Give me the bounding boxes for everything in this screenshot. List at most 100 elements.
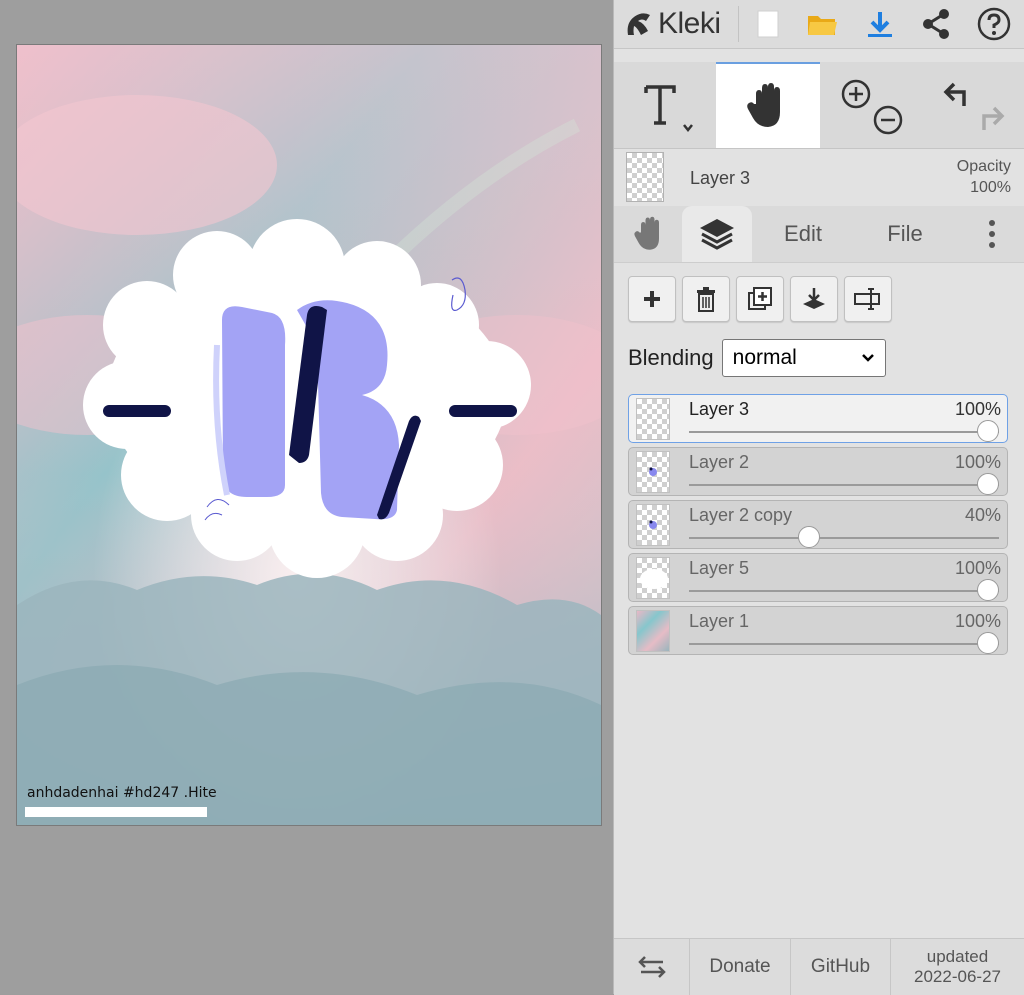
layer-opacity: 100% (954, 558, 1001, 578)
delete-layer-button[interactable] (682, 276, 730, 322)
swap-icon (637, 956, 666, 978)
tool-row (614, 62, 1024, 149)
current-layer-name: Layer 3 (690, 168, 751, 188)
zoom-icons (841, 79, 903, 135)
open-image-button[interactable] (804, 6, 840, 42)
duplicate-icon (748, 287, 772, 310)
layer-name: Layer 2 copy (689, 505, 793, 525)
layer-name: Layer 1 (689, 611, 750, 631)
folder-icon (808, 16, 837, 35)
layer-actions (628, 276, 892, 324)
tab-hand[interactable] (620, 206, 680, 262)
new-image-button[interactable] (750, 6, 786, 42)
layer-row[interactable]: Layer 2 copy 40% (628, 500, 1008, 549)
merge-down-icon (803, 288, 825, 309)
layer-opacity: 100% (954, 452, 1001, 472)
undo-redo-icons (943, 82, 1005, 130)
layer-opacity-slider[interactable] (689, 526, 999, 548)
more-vertical-icon (989, 220, 995, 248)
layer-row[interactable]: Layer 2 100% (628, 447, 1008, 496)
redo-icon (982, 106, 1005, 130)
blending-label: Blending (628, 345, 714, 370)
layer-row[interactable]: Layer 5 100% (628, 553, 1008, 602)
chevron-down-icon (861, 354, 874, 362)
updated-info[interactable]: updated 2022-06-27 (891, 939, 1024, 995)
layer-row[interactable]: Layer 3 100% (628, 394, 1008, 443)
layer-thumbnail (636, 451, 670, 493)
help-icon (977, 7, 1011, 41)
new-file-icon (757, 10, 779, 38)
artwork-image (17, 45, 601, 825)
rename-icon (854, 288, 880, 310)
layer-thumbnail (636, 504, 670, 546)
watermark-text: anhdadenhai #hd247 .Hite (27, 785, 217, 801)
github-link[interactable]: GitHub (791, 939, 891, 995)
layers-icon (700, 219, 734, 250)
updated-date: 2022-06-27 (914, 967, 1001, 986)
zoom-out-icon (873, 105, 903, 135)
tab-file[interactable]: File (862, 206, 948, 262)
top-separator (738, 6, 739, 42)
artwork-canvas[interactable]: anhdadenhai #hd247 .Hite (16, 44, 602, 826)
merge-down-button[interactable] (790, 276, 838, 322)
layer-opacity-slider[interactable] (689, 579, 999, 601)
slider-handle[interactable] (977, 473, 999, 495)
layer-thumbnail (636, 610, 670, 652)
current-layer-thumbnail (626, 152, 664, 202)
swap-side-button[interactable] (614, 939, 690, 995)
trash-icon (697, 287, 715, 312)
footer: Donate GitHub updated 2022-06-27 (614, 938, 1024, 995)
layer-opacity: 40% (964, 505, 1001, 525)
duplicate-layer-button[interactable] (736, 276, 784, 322)
hand-tool-button[interactable] (716, 62, 820, 148)
layer-opacity: 100% (954, 399, 1001, 419)
layer-name: Layer 2 (689, 452, 750, 472)
layer-list: Layer 3 100% Layer 2 100% Layer 2 copy 40% Lay… (628, 394, 1008, 659)
plus-icon (644, 291, 660, 307)
slider-handle[interactable] (977, 420, 999, 442)
undo-icon (943, 82, 966, 106)
download-icon (868, 12, 892, 37)
layer-opacity-slider[interactable] (689, 632, 999, 654)
help-button[interactable] (976, 6, 1012, 42)
save-image-button[interactable] (862, 6, 898, 42)
slider-handle[interactable] (977, 632, 999, 654)
share-button[interactable] (918, 6, 954, 42)
share-icon (923, 9, 949, 39)
panel-tabs: Edit File (614, 206, 1024, 263)
blending-value: normal (732, 346, 797, 369)
rename-layer-button[interactable] (844, 276, 892, 322)
top-bar: Kleki (614, 0, 1024, 49)
kleki-logo-icon (627, 13, 650, 35)
kleki-logo[interactable]: Kleki (624, 2, 721, 46)
blending-row: Blending normal (628, 338, 886, 378)
layer-thumbnail (636, 398, 670, 440)
tab-layers[interactable] (682, 206, 752, 262)
undo-redo-buttons (924, 62, 1024, 148)
layer-opacity-slider[interactable] (689, 420, 999, 442)
donate-link[interactable]: Donate (690, 939, 791, 995)
layer-name: Layer 5 (689, 558, 750, 578)
side-panel: Kleki Layer 3 Opacity 100% Edit File Ble… (613, 0, 1024, 995)
slider-handle[interactable] (797, 526, 820, 548)
canvas-area[interactable]: anhdadenhai #hd247 .Hite (0, 0, 613, 994)
text-tool-button[interactable] (614, 62, 716, 148)
current-layer-info: Layer 3 Opacity 100% (614, 150, 1024, 206)
layer-opacity: 100% (954, 611, 1001, 631)
opacity-label: Opacity (956, 158, 1011, 175)
layer-opacity-slider[interactable] (689, 473, 999, 495)
opacity-value: 100% (970, 179, 1011, 196)
slider-handle[interactable] (977, 579, 999, 601)
layer-row[interactable]: Layer 1 100% (628, 606, 1008, 655)
watermark-bar (25, 807, 207, 817)
add-layer-button[interactable] (628, 276, 676, 322)
current-layer-opacity: Opacity 100% (957, 156, 1011, 198)
tab-edit[interactable]: Edit (758, 206, 848, 262)
blending-select[interactable]: normal (721, 339, 886, 377)
layer-name: Layer 3 (689, 399, 750, 419)
zoom-buttons (820, 62, 924, 148)
layer-thumbnail (636, 557, 670, 599)
zoom-in-icon (841, 79, 871, 109)
logo-text: Kleki (658, 7, 721, 40)
more-menu-button[interactable] (974, 206, 1010, 262)
